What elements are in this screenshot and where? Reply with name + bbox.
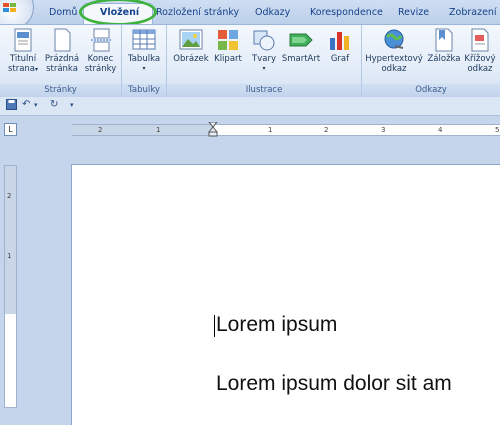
shapes-label: Tvary [252, 54, 276, 64]
group-pages-label: Stránky [0, 84, 121, 97]
page-break-label: Konec [87, 54, 114, 64]
vruler-tick: 1 [7, 252, 12, 260]
document-paragraph: Lorem ipsum dolor sit am [216, 372, 452, 395]
vertical-ruler[interactable]: 2 1 [4, 165, 17, 408]
chart-label: Graf [330, 54, 350, 64]
blank-page-label-2: stránka [46, 64, 78, 74]
shapes-dropdown-icon: ▾ [262, 65, 266, 72]
clipart-button[interactable]: Klipart [211, 28, 245, 64]
tab-page-layout[interactable]: Rozložení stránky [156, 7, 239, 18]
redo-icon[interactable]: ↻ [50, 99, 58, 110]
ruler-tick: 1 [156, 126, 161, 134]
tab-references[interactable]: Odkazy [255, 7, 290, 18]
ribbon: Titulní strana▾ Prázdná stránka Konec st… [0, 24, 500, 98]
page-break-button[interactable]: Konec stránky [82, 28, 119, 74]
group-links-label: Odkazy [362, 84, 500, 97]
picture-label: Obrázek [173, 54, 209, 64]
ruler-tick: 2 [324, 126, 329, 134]
picture-button[interactable]: Obrázek [173, 28, 209, 64]
cover-page-button[interactable]: Titulní strana▾ [4, 28, 42, 75]
tab-mailings[interactable]: Korespondence [310, 7, 383, 18]
cover-page-label: Titulní [9, 54, 37, 64]
cross-reference-icon [467, 28, 493, 52]
shapes-button[interactable]: Tvary ▾ [247, 28, 281, 74]
cover-page-icon [10, 28, 36, 52]
ruler-tick: 2 [98, 126, 103, 134]
ruler-tick: 3 [381, 126, 386, 134]
undo-dropdown-icon[interactable]: ▾ [34, 101, 38, 109]
group-pages: Titulní strana▾ Prázdná stránka Konec st… [0, 25, 122, 97]
vruler-margin-top [5, 166, 16, 314]
tab-view[interactable]: Zobrazení [449, 7, 497, 18]
cover-page-label-2: strana [7, 64, 36, 74]
clipart-icon [215, 28, 241, 52]
smartart-button[interactable]: SmartArt [281, 28, 321, 64]
ribbon-tab-strip: Domů Vložení Rozložení stránky Odkazy Ko… [0, 0, 500, 30]
page-break-label-2: stránky [84, 64, 117, 74]
group-illustrations-label: Ilustrace [167, 84, 361, 97]
customize-toolbar-icon[interactable]: ▾ [70, 101, 74, 109]
group-tables: Tabulka ▾ Tabulky [122, 25, 167, 97]
office-logo-icon [3, 3, 17, 13]
blank-page-button[interactable]: Prázdná stránka [43, 28, 81, 74]
cross-reference-label-2: odkaz [467, 64, 493, 74]
bookmark-label: Záložka [427, 54, 461, 64]
hyperlink-label-2: odkaz [381, 64, 407, 74]
tab-selector[interactable]: L [4, 123, 17, 136]
bookmark-icon [431, 28, 457, 52]
ruler-tick: 1 [268, 126, 273, 134]
save-icon[interactable] [6, 99, 17, 113]
tab-home[interactable]: Domů [49, 7, 77, 18]
ruler-tick: 5 [495, 126, 500, 134]
document-page[interactable]: Lorem ipsum Lorem ipsum dolor sit am [72, 165, 500, 425]
hyperlink-label: Hypertextový [365, 54, 423, 64]
horizontal-ruler[interactable]: 2 1 1 2 3 4 5 [72, 122, 500, 137]
hyperlink-icon [381, 28, 407, 52]
ruler-tick: 4 [438, 126, 443, 134]
undo-icon[interactable]: ↶ [22, 99, 30, 110]
smartart-icon [288, 28, 314, 52]
chart-icon [327, 28, 353, 52]
page-break-icon [88, 28, 114, 52]
clipart-label: Klipart [214, 54, 242, 64]
shapes-icon [251, 28, 277, 52]
blank-page-icon [49, 28, 75, 52]
group-tables-label: Tabulky [122, 84, 166, 97]
table-icon [131, 28, 157, 52]
group-illustrations: Obrázek Klipart Tvary ▾ SmartArt Graf Il… [167, 25, 362, 97]
vruler-tick: 2 [7, 192, 12, 200]
cross-reference-label: Křížový [464, 54, 496, 64]
smartart-label: SmartArt [281, 54, 321, 64]
picture-icon [178, 28, 204, 52]
indent-marker-icon[interactable] [208, 122, 218, 137]
group-links: Hypertextový odkaz Záložka Křížový odkaz… [362, 25, 500, 97]
cross-reference-button[interactable]: Křížový odkaz [462, 28, 498, 74]
quick-access-toolbar: ↶ ▾ ↻ ▾ [0, 97, 500, 116]
table-dropdown-icon: ▾ [142, 65, 146, 72]
document-heading: Lorem ipsum [216, 313, 338, 336]
hyperlink-button[interactable]: Hypertextový odkaz [364, 28, 424, 74]
blank-page-label: Prázdná [44, 54, 80, 64]
bookmark-button[interactable]: Záložka [426, 28, 462, 64]
tab-review[interactable]: Revize [398, 7, 429, 18]
chart-button[interactable]: Graf [323, 28, 357, 64]
text-cursor [214, 315, 215, 337]
ruler-row: L 2 1 1 2 3 4 5 [0, 116, 500, 144]
table-button[interactable]: Tabulka ▾ [125, 28, 163, 74]
table-label: Tabulka [127, 54, 161, 64]
ruler-margin-left [72, 125, 214, 135]
